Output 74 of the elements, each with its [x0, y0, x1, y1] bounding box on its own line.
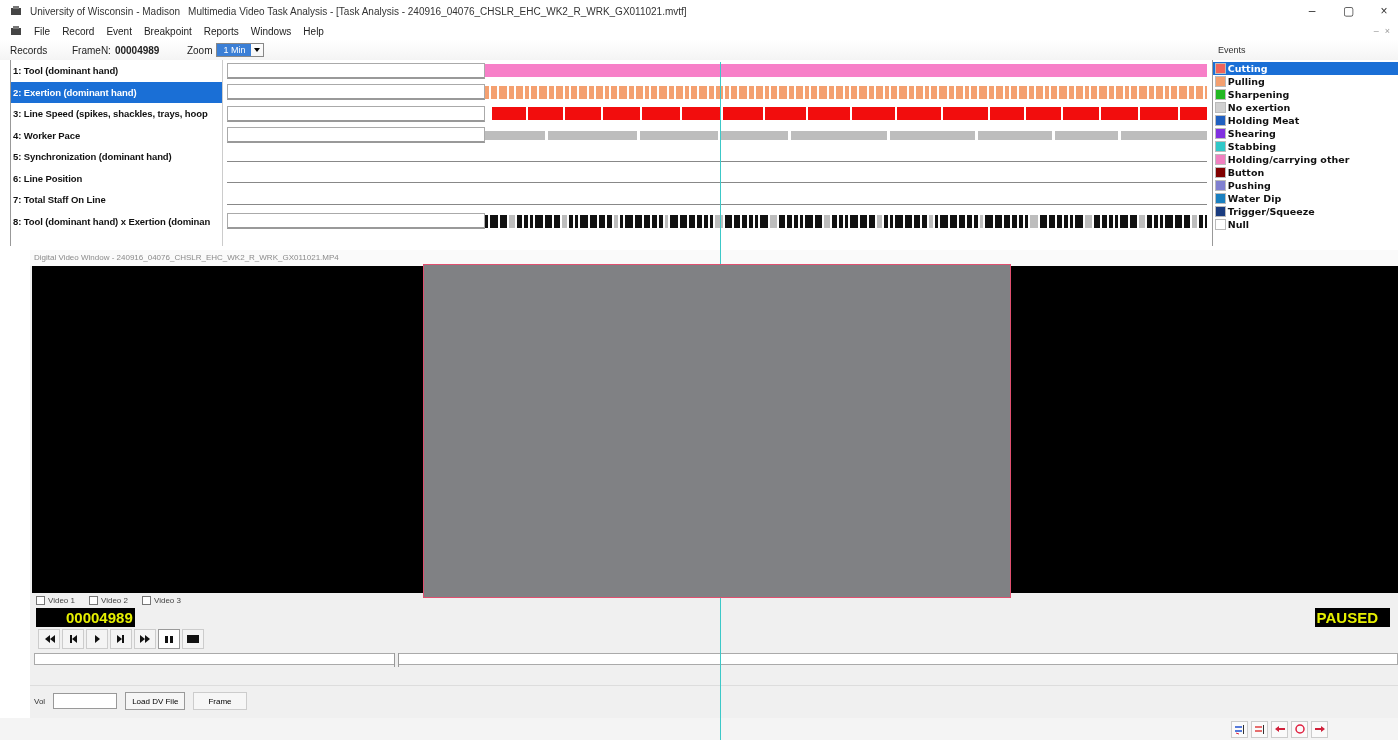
list-option[interactable]: Sharpening	[1212, 88, 1398, 101]
frame-button[interactable]: Frame	[193, 692, 247, 710]
list-option[interactable]: Water Dip	[1212, 192, 1398, 205]
menu-item[interactable]: Breakpoint	[143, 25, 192, 37]
timecode-display: 00004989	[36, 607, 135, 627]
window-title: University of Wisconsin - Madison	[30, 5, 181, 17]
menu-item[interactable]: Help	[303, 25, 324, 37]
list-option[interactable]: Trigger/Squeeze	[1212, 205, 1398, 218]
status-display: PAUSED	[1314, 607, 1390, 627]
circle-icon[interactable]	[1293, 723, 1306, 735]
maximize-button[interactable]: ▢	[1334, 4, 1362, 18]
list-option[interactable]: Shearing	[1212, 127, 1398, 140]
step-forward-button[interactable]	[110, 629, 132, 649]
menu-item[interactable]: Event	[106, 25, 132, 37]
load-file-button[interactable]: Load DV File	[125, 692, 186, 710]
pause-icon	[163, 633, 175, 645]
frame-value: 00004989	[114, 44, 161, 56]
track-label[interactable]: 2: Exertion (dominant hand)	[11, 81, 222, 103]
arrow-right-icon[interactable]	[1313, 723, 1326, 735]
checkbox[interactable]	[89, 595, 98, 605]
track-label[interactable]: 8: Tool (dominant hand) x Exertion (dominan	[11, 210, 222, 232]
seek-slider[interactable]	[34, 653, 1398, 665]
rewind-button[interactable]	[38, 629, 60, 649]
rewind-icon	[43, 633, 55, 645]
list-option[interactable]: Null	[1212, 218, 1398, 231]
app-icon	[10, 25, 22, 37]
window-title: Multimedia Video Task Analysis - [Task Analysis - 240916_04076_CHSLR_EHC_WK2_R_WRK_GX011021.mvtf]	[188, 5, 687, 17]
list-option[interactable]: Pushing	[1212, 179, 1398, 192]
events-title: Events	[1218, 45, 1247, 55]
align-right-icon[interactable]	[1253, 723, 1266, 735]
track-label[interactable]: 1: Tool (dominant hand)	[11, 60, 222, 82]
track-label[interactable]: 4: Worker Pace	[11, 124, 222, 146]
video-window-title: Digital Video Window - 240916_04076_CHSLR_EHC_WK2_R_WRK_GX011021.MP4	[30, 250, 1398, 266]
arrow-left-icon[interactable]	[1273, 723, 1286, 735]
checkbox[interactable]	[142, 595, 151, 605]
play-button[interactable]	[86, 629, 108, 649]
track-label[interactable]: 6: Line Position	[11, 167, 222, 189]
track-label[interactable]: 7: Total Staff On Line	[11, 189, 222, 211]
checkbox-label: Video 2	[101, 595, 128, 605]
zoom-label: Zoom	[186, 44, 213, 56]
zoom-dropdown[interactable]: 1 Min	[216, 43, 265, 57]
frame-label: FrameN:	[72, 44, 111, 56]
track-label[interactable]: 3: Line Speed (spikes, shackles, trays, hoop	[11, 103, 222, 125]
menu-item[interactable]: Reports	[203, 25, 239, 37]
step-back-button[interactable]	[62, 629, 84, 649]
fast-forward-icon	[139, 633, 151, 645]
menu-item[interactable]: Record	[62, 25, 95, 37]
records-label: Records	[10, 44, 49, 56]
list-option[interactable]: No exertion	[1212, 101, 1398, 114]
step-back-icon	[67, 633, 79, 645]
list-option[interactable]: Holding Meat	[1212, 114, 1398, 127]
checkbox-label: Video 3	[154, 595, 181, 605]
list-option[interactable]: Stabbing	[1212, 140, 1398, 153]
list-option[interactable]: Holding/carrying other	[1212, 153, 1398, 166]
minimize-button[interactable]: –	[1298, 4, 1326, 18]
slider-thumb[interactable]	[393, 653, 399, 667]
fast-forward-button[interactable]	[134, 629, 156, 649]
checkbox-label: Video 1	[48, 595, 75, 605]
stop-button[interactable]	[182, 629, 204, 649]
step-forward-icon	[115, 633, 127, 645]
menu-item[interactable]: Windows	[250, 25, 292, 37]
stop-icon	[187, 633, 199, 645]
app-icon	[10, 5, 22, 17]
menu-item[interactable]: File	[34, 25, 51, 37]
list-option[interactable]: Cutting	[1212, 62, 1398, 75]
list-option[interactable]: Button	[1212, 166, 1398, 179]
track-label[interactable]: 5: Synchronization (dominant hand)	[11, 146, 222, 168]
vol-label: Vol	[34, 696, 46, 706]
volume-field[interactable]	[53, 693, 118, 709]
checkbox[interactable]	[36, 595, 45, 605]
close-button[interactable]: ×	[1370, 4, 1398, 18]
list-option[interactable]: Pulling	[1212, 75, 1398, 88]
pause-button[interactable]	[158, 629, 180, 649]
align-left-icon[interactable]	[1233, 723, 1246, 735]
